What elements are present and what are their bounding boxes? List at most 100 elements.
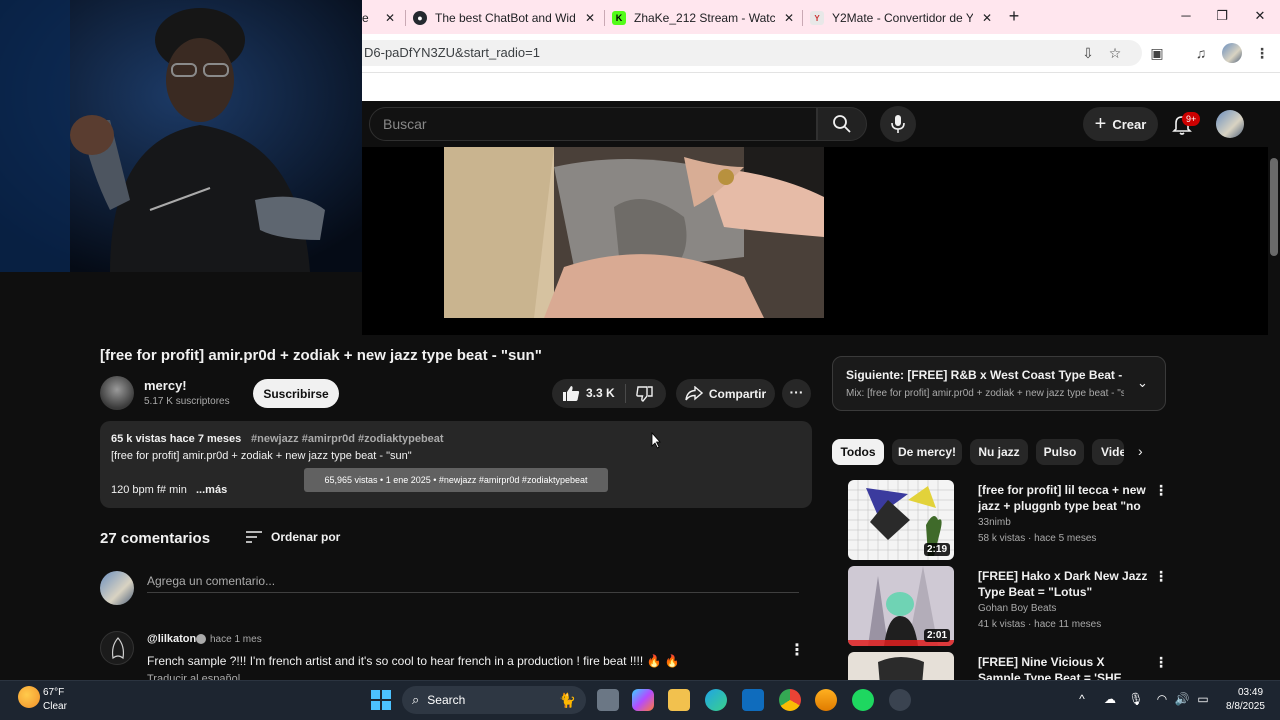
tab-close-icon[interactable]: ✕ <box>781 11 797 25</box>
tab-close-icon[interactable]: ✕ <box>582 11 598 25</box>
edge-icon[interactable] <box>705 689 727 711</box>
file-explorer-icon[interactable] <box>668 689 690 711</box>
chrome-icon[interactable] <box>779 689 801 711</box>
wifi-icon[interactable]: ◠ <box>1154 692 1170 706</box>
video-menu-icon[interactable]: ⋮ <box>1154 654 1168 671</box>
minimize-icon[interactable]: ─ <box>1172 6 1200 26</box>
task-view-icon[interactable] <box>597 689 619 711</box>
browser-tab-y2mate[interactable]: Y Y2Mate - Convertidor de YouTu ✕ <box>810 4 995 32</box>
clock-time[interactable]: 03:49 <box>1238 687 1263 698</box>
share-button[interactable]: Compartir <box>676 379 775 408</box>
commenter-avatar[interactable] <box>100 631 134 665</box>
tray-app-icon[interactable]: ☁ <box>1102 692 1118 706</box>
like-icon[interactable] <box>562 385 580 402</box>
voice-search-button[interactable] <box>880 106 916 142</box>
description-hashtags[interactable]: #newjazz #amirpr0d #zodiaktypebeat <box>251 433 444 445</box>
tab-title: Y2Mate - Convertidor de YouTu <box>832 11 973 25</box>
new-tab-button[interactable]: + <box>1000 6 1028 26</box>
side-panel-icon[interactable]: ▣ <box>1147 43 1167 63</box>
chevron-right-icon[interactable]: › <box>1138 443 1143 459</box>
volume-icon[interactable]: 🔊 <box>1174 692 1190 706</box>
verified-check-icon <box>196 634 206 644</box>
add-comment-input[interactable]: Agrega un comentario... <box>147 574 275 588</box>
browser-app-icon[interactable] <box>815 689 837 711</box>
up-next-mix-panel[interactable] <box>832 356 1166 411</box>
recommended-channel[interactable]: Gohan Boy Beats <box>978 603 1056 614</box>
recommended-video[interactable]: 2:19 [free for profit] lil tecca + new j… <box>848 480 1168 560</box>
recommended-video[interactable]: [FREE] Nine Vicious X Sample Type Beat =… <box>848 652 1168 680</box>
tab-close-icon[interactable]: ✕ <box>382 11 398 25</box>
recommended-meta: 41 k vistas · hace 11 meses <box>978 619 1102 630</box>
comment-author[interactable]: @lilkaton <box>147 633 196 645</box>
weather-condition[interactable]: Clear <box>43 701 67 712</box>
spotify-icon[interactable] <box>852 689 874 711</box>
comment-text: French sample ?!!! I'm french artist and… <box>147 654 680 668</box>
bookmark-star-icon[interactable]: ☆ <box>1105 43 1125 63</box>
channel-name[interactable]: mercy! <box>144 378 187 393</box>
tab-close-icon[interactable]: ✕ <box>979 11 995 25</box>
video-frame[interactable] <box>444 147 824 318</box>
create-label: Crear <box>1112 116 1147 132</box>
video-thumbnail[interactable]: 2:19 <box>848 480 954 560</box>
url-text[interactable]: D6-paDfYN3ZU&start_radio=1 <box>364 45 540 60</box>
tab-title: e <box>362 11 369 25</box>
create-button[interactable]: + Crear <box>1083 107 1158 141</box>
media-controls-icon[interactable]: ♫ <box>1191 43 1211 63</box>
up-next-title: Siguiente: [FREE] R&B x West Coast Type … <box>846 368 1126 382</box>
chip-videos[interactable]: Vide <box>1092 439 1124 465</box>
taskbar-search-box[interactable]: ⌕ Search 🐈 <box>402 686 586 714</box>
recommended-title[interactable]: [FREE] Hako x Dark New Jazz Type Beat = … <box>978 568 1148 600</box>
scrollbar-thumb[interactable] <box>1270 158 1278 256</box>
weather-temperature[interactable]: 67°F <box>43 687 64 698</box>
recommended-channel[interactable]: 33nimb <box>978 517 1011 528</box>
tab-divider <box>405 10 406 26</box>
account-avatar[interactable] <box>1216 110 1244 138</box>
share-arrow-icon <box>685 386 703 401</box>
windows-start-icon[interactable] <box>371 690 391 710</box>
dislike-icon[interactable] <box>636 386 653 402</box>
install-app-icon[interactable]: ⇩ <box>1078 43 1098 63</box>
clock-date[interactable]: 8/8/2025 <box>1226 701 1265 712</box>
profile-avatar-icon[interactable] <box>1222 43 1242 63</box>
search-input[interactable] <box>369 107 817 141</box>
tray-overflow-icon[interactable]: ^ <box>1074 692 1090 706</box>
video-thumbnail[interactable] <box>848 652 954 680</box>
channel-avatar[interactable] <box>100 376 134 410</box>
kick-icon: K <box>612 11 626 25</box>
sort-icon[interactable] <box>246 530 262 544</box>
comment-time[interactable]: hace 1 mes <box>210 634 262 645</box>
sort-comments-button[interactable]: Ordenar por <box>271 530 340 544</box>
webcam-image <box>0 0 362 272</box>
search-button[interactable] <box>817 107 867 141</box>
chip-todos[interactable]: Todos <box>832 439 884 465</box>
chip-pulso[interactable]: Pulso <box>1036 439 1084 465</box>
show-more-link[interactable]: ...más <box>196 484 227 496</box>
chip-de-mercy[interactable]: De mercy! <box>892 439 962 465</box>
chip-nu-jazz[interactable]: Nu jazz <box>970 439 1028 465</box>
recommended-video[interactable]: 2:01 [FREE] Hako x Dark New Jazz Type Be… <box>848 566 1168 646</box>
recommended-title[interactable]: [FREE] Nine Vicious X Sample Type Beat =… <box>978 654 1148 680</box>
comment-menu-icon[interactable]: ⋮ <box>789 640 805 660</box>
browser-menu-icon[interactable]: ⋮ <box>1252 43 1272 63</box>
microphone-tray-icon[interactable]: 🎙 <box>1128 692 1144 706</box>
outlook-icon[interactable] <box>742 689 764 711</box>
app-settings-icon[interactable] <box>889 689 911 711</box>
video-thumbnail[interactable]: 2:01 <box>848 566 954 646</box>
maximize-icon[interactable]: ❐ <box>1208 6 1236 26</box>
browser-tab-kick[interactable]: K ZhaKe_212 Stream - Watch Live ✕ <box>612 4 797 32</box>
chevron-down-icon[interactable]: ⌄ <box>1137 375 1148 391</box>
browser-tab-chatbot[interactable]: ● The best ChatBot and Widgets ✕ <box>413 4 598 32</box>
subscribe-button[interactable]: Suscribirse <box>253 379 339 408</box>
plus-icon: + <box>1094 113 1107 135</box>
video-menu-icon[interactable]: ⋮ <box>1154 568 1168 585</box>
recommended-title[interactable]: [free for profit] lil tecca + new jazz +… <box>978 482 1148 514</box>
video-menu-icon[interactable]: ⋮ <box>1154 482 1168 499</box>
weather-icon[interactable] <box>18 686 40 708</box>
battery-icon[interactable]: ▭ <box>1195 692 1211 706</box>
video-duration: 2:19 <box>923 543 950 556</box>
taskbar-search-label: Search <box>427 693 466 707</box>
more-actions-button[interactable]: ··· <box>782 379 811 408</box>
close-window-icon[interactable]: ✕ <box>1246 6 1274 26</box>
browser-tab-youtube[interactable]: e ✕ <box>362 4 398 32</box>
copilot-icon[interactable] <box>632 689 654 711</box>
